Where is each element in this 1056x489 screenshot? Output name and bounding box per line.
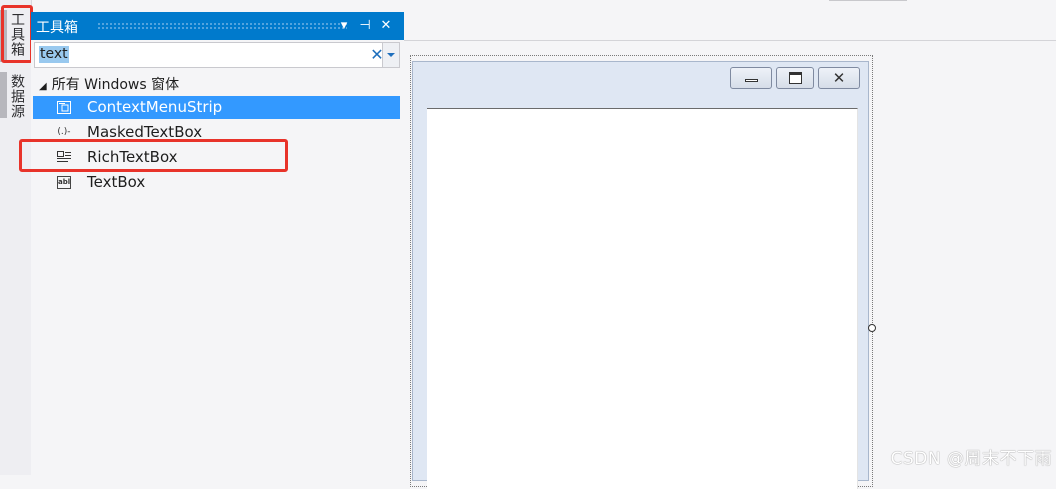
window-position-dropdown-icon[interactable]: ▾ <box>335 16 353 36</box>
toolbox-search: text ✕ <box>34 42 400 68</box>
minimize-icon <box>745 79 758 82</box>
toolbox-tab-highlight <box>1 5 33 63</box>
group-label: 所有 Windows 窗体 <box>51 77 180 93</box>
maximize-button[interactable] <box>776 67 814 89</box>
item-label: TextBox <box>87 173 146 191</box>
form-client-area[interactable] <box>427 108 858 489</box>
datasource-tab-indicator <box>0 72 7 118</box>
datasource-tab[interactable]: 数据源 <box>7 74 27 119</box>
resize-handle[interactable] <box>868 324 876 332</box>
form-close-button[interactable]: ✕ <box>818 67 860 89</box>
search-selected-text: text <box>39 46 69 63</box>
watermark: CSDN @周末不下雨 <box>890 449 1052 469</box>
minimize-button[interactable] <box>730 67 772 89</box>
close-icon: ✕ <box>832 69 846 87</box>
search-dropdown-button[interactable] <box>382 43 399 67</box>
tab-bar-divider <box>829 0 907 1</box>
expand-arrow-icon: ◢ <box>39 81 47 92</box>
toolbox-item-contextmenustrip[interactable]: ContextMenuStrip <box>33 96 400 119</box>
masked-textbox-icon: (.)- <box>57 127 71 137</box>
toolbox-title: 工具箱 <box>36 20 78 36</box>
toolbox-panel: 工具箱 ▾ ⊣ ✕ text ✕ ◢ 所有 Windows 窗体 ContextM… <box>31 12 405 475</box>
header-grip <box>97 22 347 30</box>
side-tab-strip: 工具箱 数据源 <box>0 0 32 475</box>
pin-icon[interactable]: ⊣ <box>356 16 374 36</box>
toolbox-item-textbox[interactable]: abl TextBox <box>33 171 400 194</box>
maximize-icon <box>789 72 802 84</box>
toolbox-header: 工具箱 ▾ ⊣ ✕ <box>31 12 404 40</box>
document-tab-bar <box>404 0 1056 41</box>
textbox-icon: abl <box>57 176 71 189</box>
richtextbox-highlight <box>19 139 288 172</box>
group-all-windows-forms[interactable]: ◢ 所有 Windows 窗体 <box>39 74 179 94</box>
search-input[interactable] <box>35 43 359 67</box>
context-menu-strip-icon <box>57 101 71 114</box>
form-designer: ✕ <box>404 41 1056 489</box>
designer-form[interactable]: ✕ <box>412 61 869 489</box>
close-icon[interactable]: ✕ <box>377 16 395 36</box>
item-label: ContextMenuStrip <box>87 98 223 116</box>
